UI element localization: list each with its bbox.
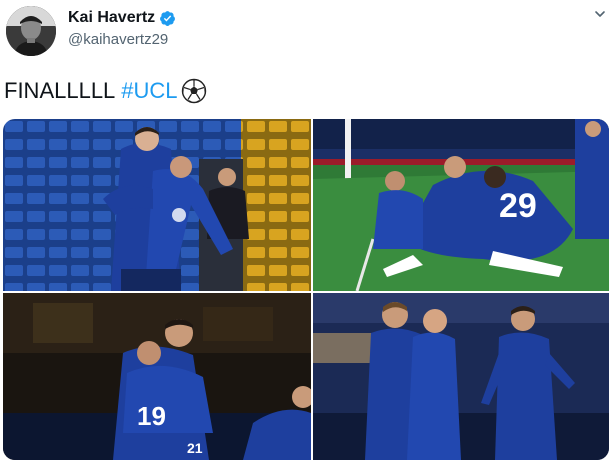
tweet-body: FINALLLLL (4, 78, 116, 103)
jersey-number-21: 21 (187, 440, 203, 456)
verified-badge-icon (159, 10, 176, 27)
chevron-down-icon[interactable] (594, 8, 606, 20)
tweet-text: FINALLLLL #UCL (4, 78, 207, 104)
players-pileup-image: 29 (313, 119, 609, 291)
players-hug-stands-image (3, 119, 311, 291)
photo-4[interactable] (313, 293, 609, 460)
hashtag-link[interactable]: #UCL (121, 78, 177, 104)
photo-3[interactable]: 19 21 (3, 293, 311, 460)
soccer-ball-icon (181, 78, 207, 104)
author-handle[interactable]: @kaihavertz29 (68, 31, 176, 48)
display-name[interactable]: Kai Havertz (68, 9, 155, 27)
players-embrace-night-image: 19 21 (3, 293, 311, 460)
media-grid: 29 19 21 (3, 119, 609, 460)
players-celebrate-image (313, 293, 609, 460)
jersey-number-29: 29 (499, 187, 537, 225)
tweet-author: Kai Havertz @kaihavertz29 (68, 8, 176, 48)
avatar[interactable] (6, 6, 56, 56)
profile-photo-icon (6, 6, 56, 56)
jersey-number-19: 19 (137, 401, 166, 431)
photo-1[interactable] (3, 119, 311, 291)
photo-2[interactable]: 29 (313, 119, 609, 291)
